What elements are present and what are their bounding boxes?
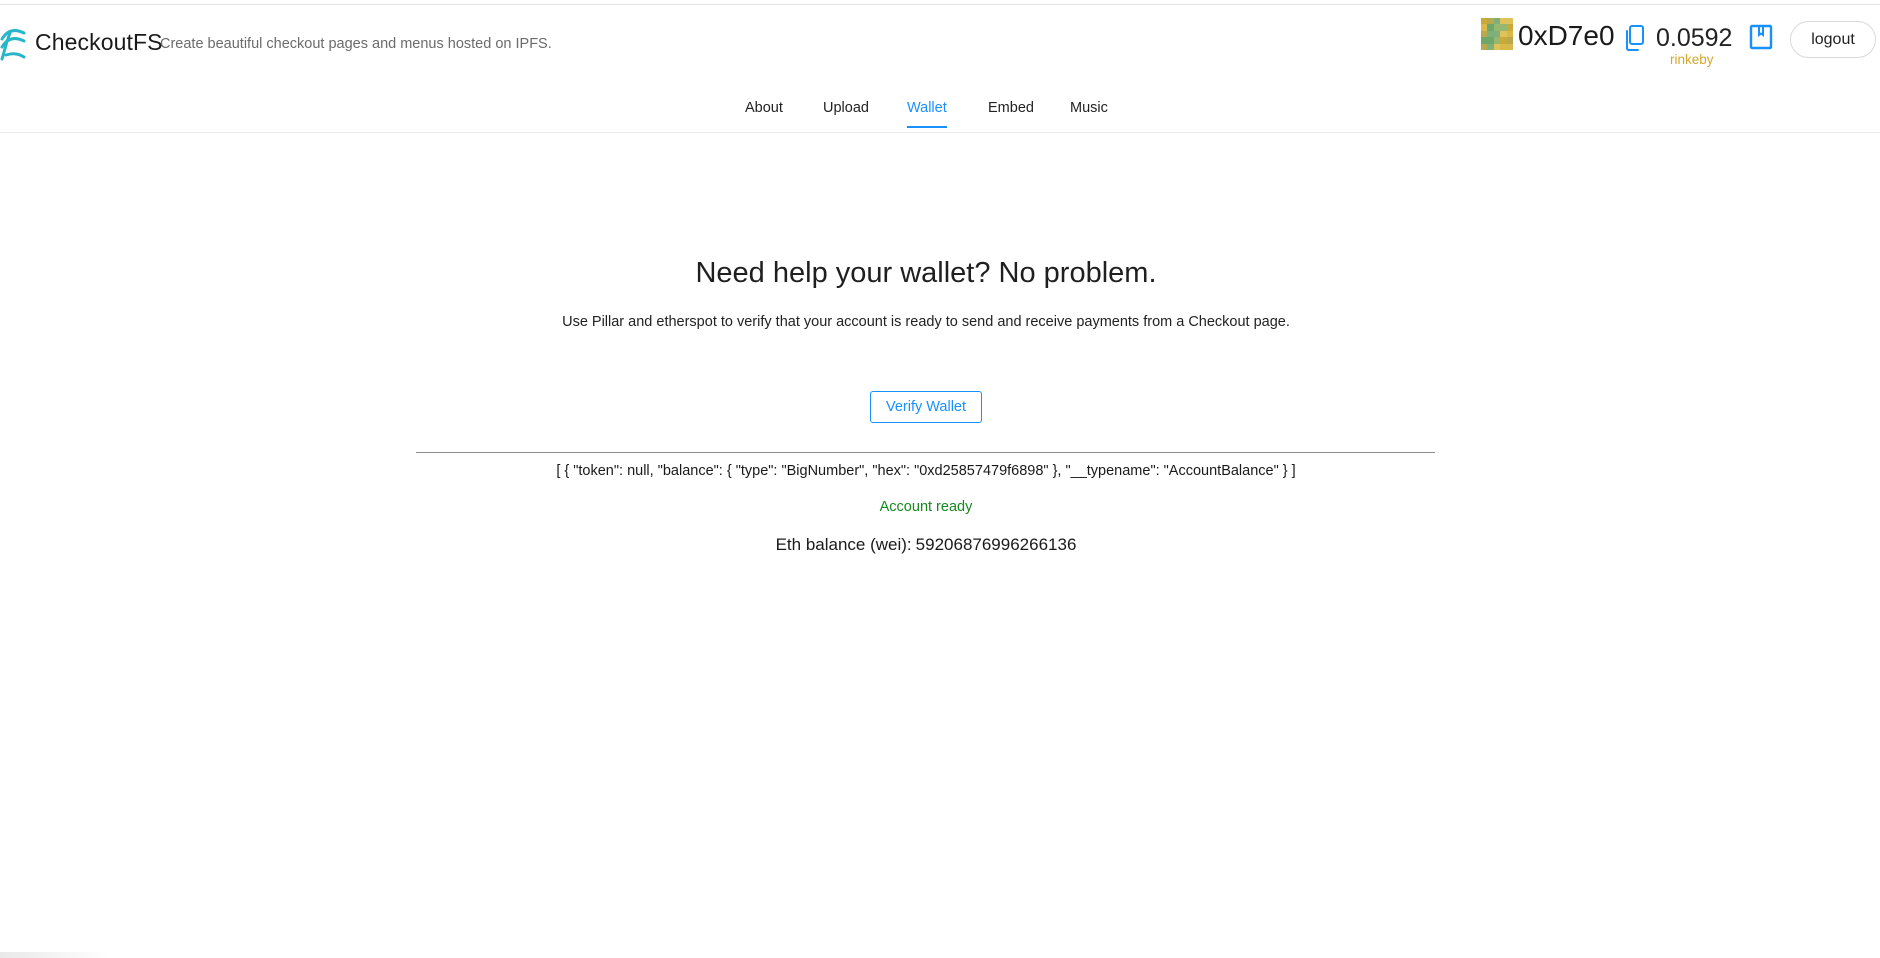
eth-balance-value: 59206876996266136 [915,535,1077,554]
wallet-identicon-icon [1481,18,1513,50]
identicon-cell [1506,43,1513,50]
bookmark-icon[interactable] [1749,24,1773,50]
top-border [0,4,1880,5]
page-headline: Need help your wallet? No problem. [695,257,1157,289]
tab-upload[interactable]: Upload [823,100,869,128]
tab-music[interactable]: Music [1070,100,1108,128]
brand-tagline: Create beautiful checkout pages and menu… [160,36,552,52]
page-subtext: Use Pillar and etherspot to verify that … [562,314,1290,330]
tab-wallet[interactable]: Wallet [907,100,947,128]
account-status: Account ready [879,499,973,515]
wallet-balance: 0.0592 [1656,24,1733,52]
verify-wallet-button[interactable]: Verify Wallet [870,391,982,423]
bottom-shadow [0,952,110,958]
logout-button[interactable]: logout [1790,21,1876,58]
wallet-address: 0xD7e0 [1518,20,1615,51]
network-name: rinkeby [1670,52,1714,67]
brand-name[interactable]: CheckoutFS [35,29,163,56]
tab-embed[interactable]: Embed [988,100,1034,128]
eth-balance: Eth balance (wei): 59206876996266136 [0,535,1852,555]
main-nav: About Upload Wallet Embed Music [0,90,1880,133]
account-balance-json: [ { "token": null, "balance": { "type": … [556,463,1296,479]
eth-balance-label: Eth balance (wei): [775,535,912,554]
tab-about[interactable]: About [745,100,783,128]
copy-icon[interactable] [1623,24,1647,52]
divider [416,452,1435,453]
checkoutfs-logo-icon[interactable] [0,27,26,61]
